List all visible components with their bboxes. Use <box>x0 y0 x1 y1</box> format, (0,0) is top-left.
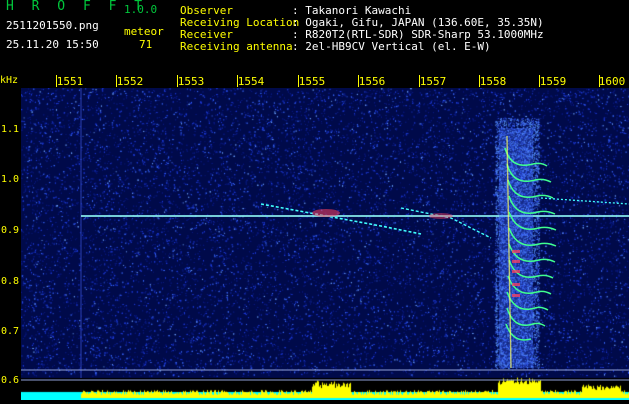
echo-hotspot <box>429 213 453 219</box>
info-value-antenna: : 2el-HB9CV Vertical (el. E-W) <box>292 40 491 53</box>
echo-hotspot <box>312 209 340 217</box>
x-tick-label: 1556 <box>358 75 386 88</box>
file-name: 2511201550.png <box>6 19 99 32</box>
x-tick-label: 1559 <box>539 75 567 88</box>
x-tick-label: 1553 <box>177 75 205 88</box>
spectrogram-area <box>21 88 629 404</box>
y-unit-label: kHz <box>0 75 19 86</box>
detection-count: 71 <box>139 38 153 51</box>
y-tick-label: 0.9 <box>1 225 20 236</box>
info-label-antenna: Receiving antenna <box>180 40 293 53</box>
y-tick-label: 1.1 <box>1 124 20 135</box>
x-tick-label: 1558 <box>479 75 507 88</box>
header-panel: H R O F F T 1.0.0 2511201550.png 25.11.2… <box>0 0 629 72</box>
x-tick-label: 1555 <box>298 75 326 88</box>
spectrogram-overlay <box>21 88 629 381</box>
x-tick-label: 1552 <box>116 75 144 88</box>
x-tick-label: 1600 <box>598 75 626 88</box>
meteor-echo-trail <box>260 203 422 235</box>
x-tick-label: 1557 <box>419 75 447 88</box>
y-tick-label: 0.6 <box>1 375 20 386</box>
x-tick-label: 1551 <box>56 75 84 88</box>
date-time: 25.11.20 15:50 <box>6 38 99 51</box>
meteor-echo-trail <box>540 197 629 205</box>
y-tick-label: 1.0 <box>1 174 20 185</box>
app-version: 1.0.0 <box>124 3 158 16</box>
detection-label: meteor <box>124 25 164 38</box>
x-tick-label: 1554 <box>237 75 265 88</box>
y-tick-label: 0.7 <box>1 326 20 337</box>
y-tick-label: 0.8 <box>1 276 20 287</box>
time-axis: kHz 1551 1552 1553 1554 1555 1556 1557 1… <box>0 74 629 88</box>
